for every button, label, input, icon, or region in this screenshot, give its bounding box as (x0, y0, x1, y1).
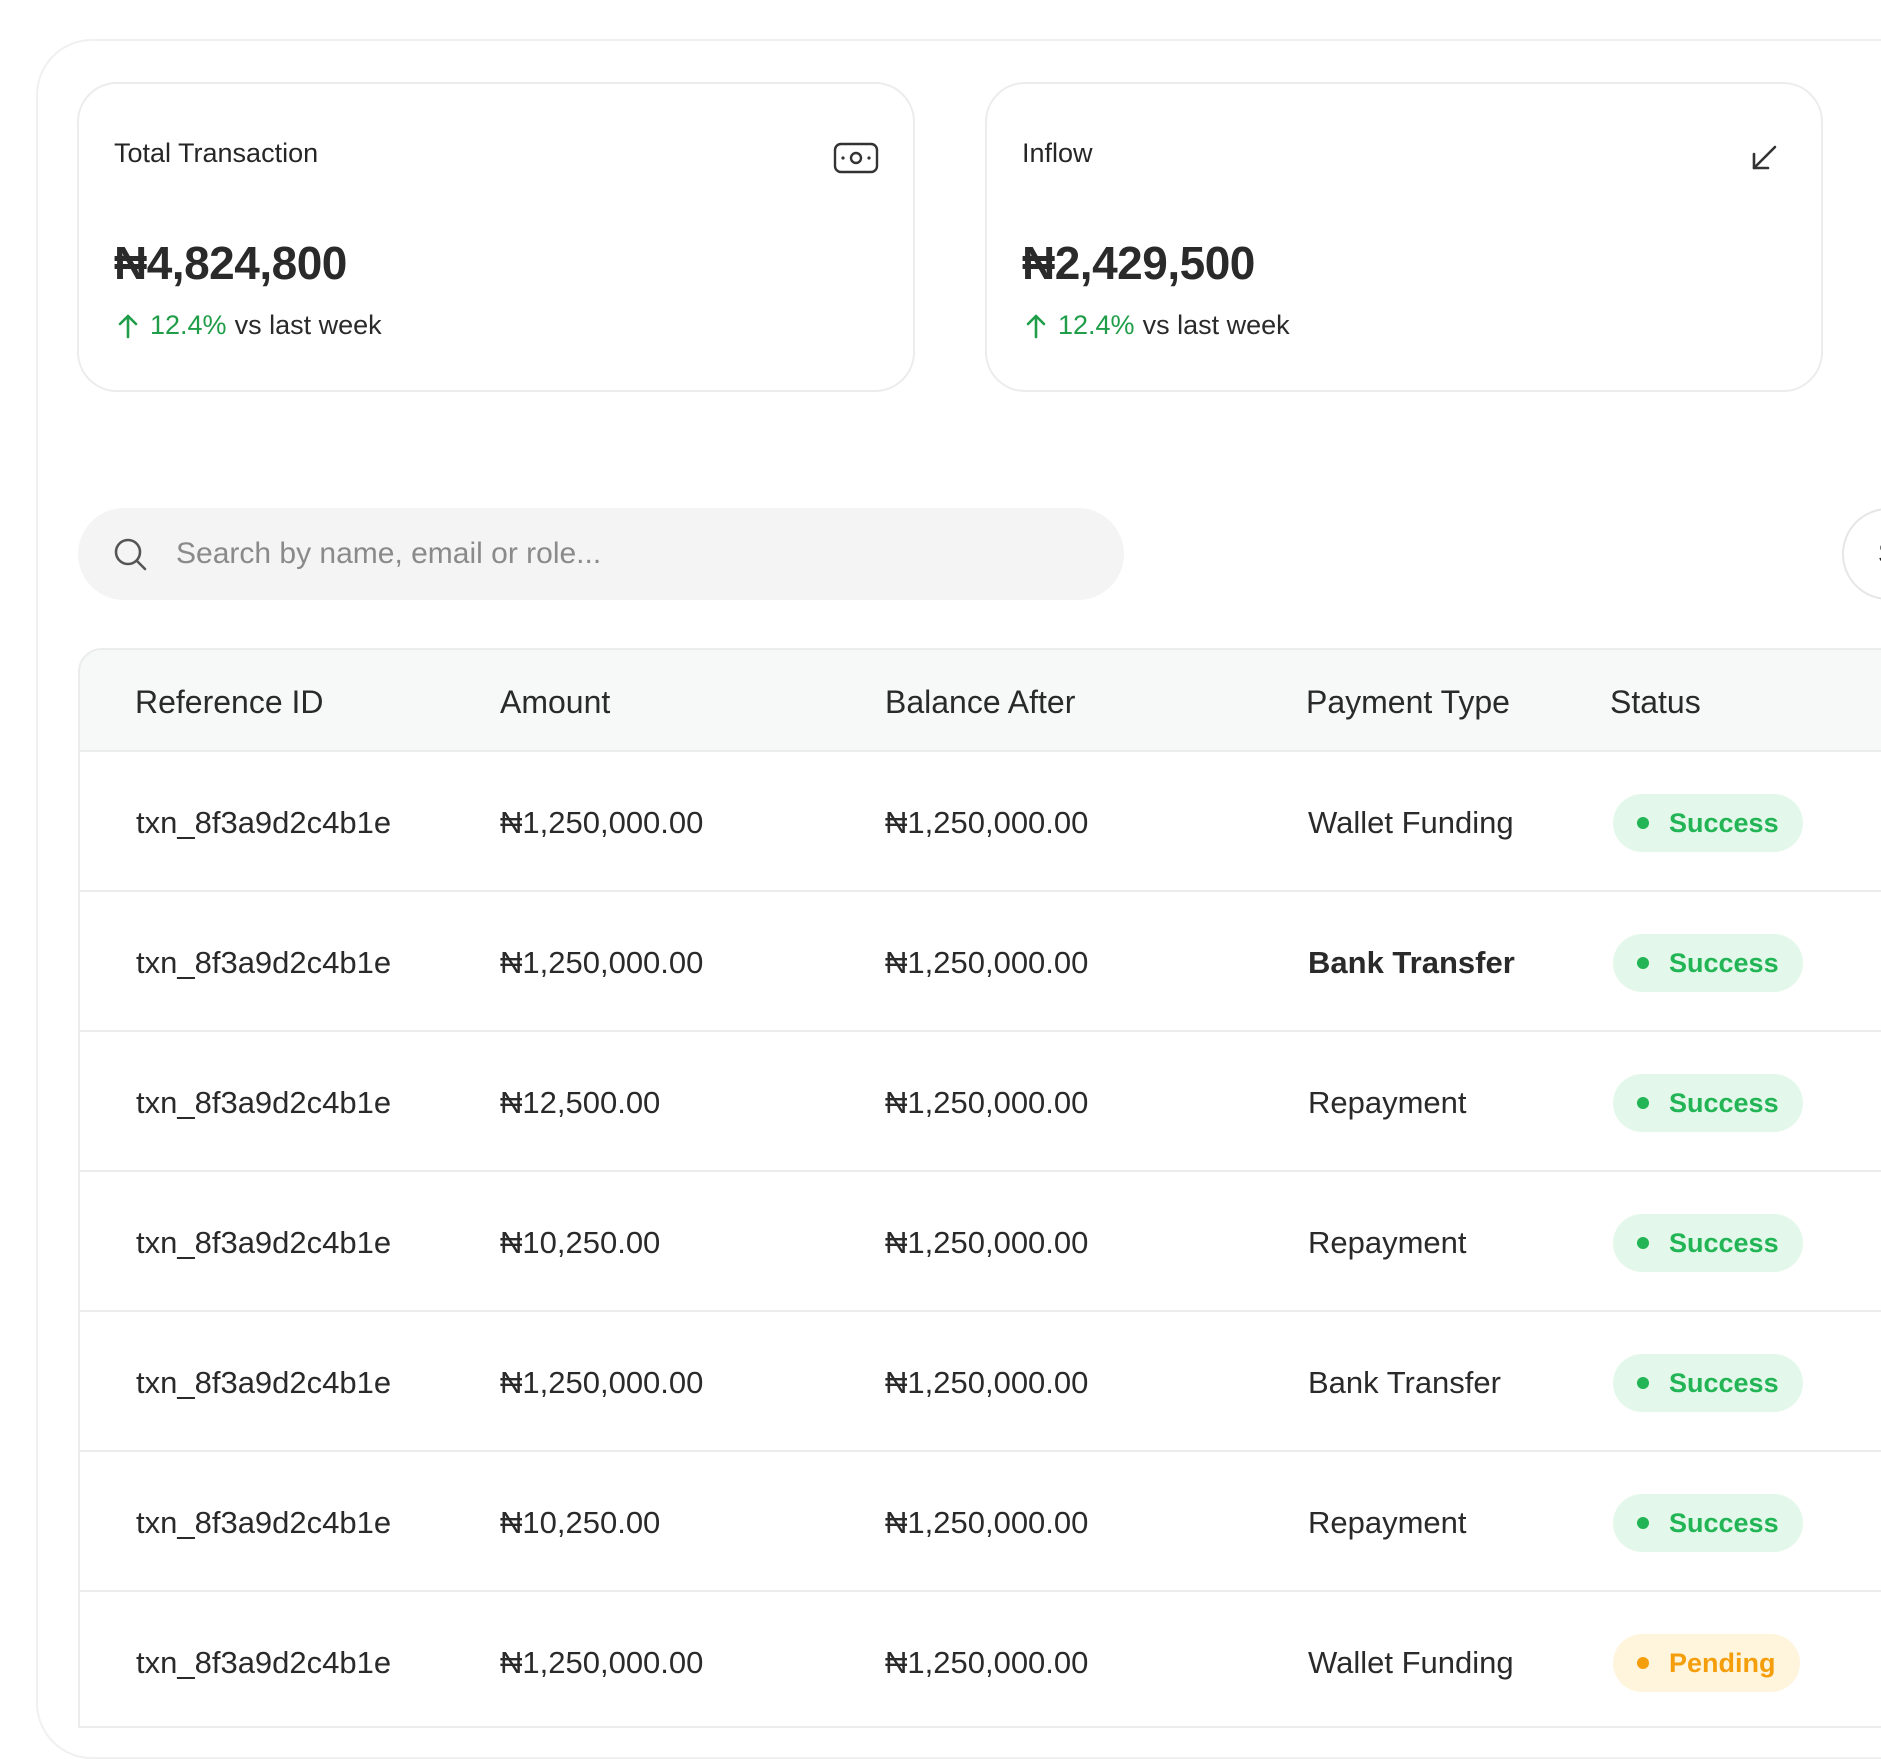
cell-amount: ₦1,250,000.00 (500, 945, 704, 980)
table-header: Reference ID Amount Balance After Paymen… (80, 650, 1881, 752)
cash-icon (833, 138, 879, 178)
cell-payment-type: Bank Transfer (1308, 1365, 1501, 1400)
table-row[interactable]: txn_8f3a9d2c4b1e ₦10,250.00 ₦1,250,000.00 R… (80, 1452, 1881, 1592)
cell-reference-id: txn_8f3a9d2c4b1e (136, 805, 392, 840)
cell-reference-id: txn_8f3a9d2c4b1e (136, 1645, 392, 1680)
status-badge: Pending (1613, 1634, 1800, 1692)
card-title: Total Transaction (114, 138, 319, 168)
table-body: txn_8f3a9d2c4b1e ₦1,250,000.00 ₦1,250,000.… (80, 752, 1881, 1726)
cell-balance-after: ₦1,250,000.00 (885, 1365, 1089, 1400)
table-row[interactable]: txn_8f3a9d2c4b1e ₦1,250,000.00 ₦1,250,000.… (80, 1312, 1881, 1452)
inflow-card: Inflow ₦2,429,500 12.4% vs last week (985, 82, 1823, 392)
total-transaction-card: Total Transaction ₦4,824,800 12.4% vs la… (77, 82, 915, 392)
status-dot-icon (1637, 957, 1649, 969)
status-badge: Success (1613, 794, 1803, 852)
column-header-amount[interactable]: Amount (500, 684, 610, 721)
card-trend: 12.4% vs last week (116, 310, 382, 341)
cell-payment-type: Repayment (1308, 1085, 1467, 1120)
cell-amount: ₦10,250.00 (500, 1505, 661, 1540)
table-row[interactable]: txn_8f3a9d2c4b1e ₦1,250,000.00 ₦1,250,000.… (80, 892, 1881, 1032)
cell-reference-id: txn_8f3a9d2c4b1e (136, 1225, 392, 1260)
arrow-up-icon (118, 314, 138, 338)
cell-payment-type: Wallet Funding (1308, 805, 1514, 840)
status-label: Success (1669, 807, 1779, 838)
status-label: Success (1669, 947, 1779, 978)
search-input[interactable] (176, 537, 1076, 571)
cell-balance-after: ₦1,250,000.00 (885, 1505, 1089, 1540)
cell-amount: ₦12,500.00 (500, 1085, 661, 1120)
status-label: Success (1669, 1087, 1779, 1118)
card-value: ₦2,429,500 (1022, 237, 1255, 289)
status-badge: Success (1613, 1494, 1803, 1552)
search-bar[interactable] (78, 508, 1124, 600)
cell-balance-after: ₦1,250,000.00 (885, 1225, 1089, 1260)
trend-percentage: 12.4% (150, 310, 227, 340)
cell-reference-id: txn_8f3a9d2c4b1e (136, 945, 392, 980)
status-dot-icon (1637, 1237, 1649, 1249)
status-dot-icon (1637, 1377, 1649, 1389)
status-label: Success (1669, 1367, 1779, 1398)
status-label: Success (1669, 1507, 1779, 1538)
table-row[interactable]: txn_8f3a9d2c4b1e ₦1,250,000.00 ₦1,250,000.… (80, 1592, 1881, 1726)
column-header-balance-after[interactable]: Balance After (885, 684, 1075, 721)
trend-label: vs last week (234, 310, 382, 340)
column-header-payment-type[interactable]: Payment Type (1306, 684, 1510, 721)
table-row[interactable]: txn_8f3a9d2c4b1e ₦12,500.00 ₦1,250,000.00 R… (80, 1032, 1881, 1172)
status-dot-icon (1637, 1657, 1649, 1669)
trend-label: vs last week (1142, 310, 1290, 340)
status-label: Pending (1669, 1647, 1776, 1678)
cell-balance-after: ₦1,250,000.00 (885, 1645, 1089, 1680)
card-title: Inflow (1022, 138, 1093, 168)
table-row[interactable]: txn_8f3a9d2c4b1e ₦1,250,000.00 ₦1,250,000.… (80, 752, 1881, 892)
cell-balance-after: ₦1,250,000.00 (885, 1085, 1089, 1120)
status-dot-icon (1637, 1097, 1649, 1109)
cell-balance-after: ₦1,250,000.00 (885, 945, 1089, 980)
status-label: Success (1669, 1227, 1779, 1258)
cell-amount: ₦1,250,000.00 (500, 1645, 704, 1680)
arrow-down-left-icon (1741, 138, 1787, 178)
status-dot-icon (1637, 1517, 1649, 1529)
trend-percentage: 12.4% (1058, 310, 1135, 340)
cell-amount: ₦1,250,000.00 (500, 805, 704, 840)
status-dot-icon (1637, 817, 1649, 829)
column-header-status[interactable]: Status (1610, 684, 1701, 721)
cell-payment-type: Bank Transfer (1308, 945, 1515, 980)
cell-payment-type: Repayment (1308, 1505, 1467, 1540)
card-value: ₦4,824,800 (114, 237, 347, 289)
cell-reference-id: txn_8f3a9d2c4b1e (136, 1085, 392, 1120)
cell-amount: ₦10,250.00 (500, 1225, 661, 1260)
status-badge: Success (1613, 934, 1803, 992)
column-header-reference-id[interactable]: Reference ID (135, 684, 324, 721)
arrow-up-icon (1026, 314, 1046, 338)
cell-payment-type: Repayment (1308, 1225, 1467, 1260)
status-badge: Success (1613, 1214, 1803, 1272)
card-trend: 12.4% vs last week (1024, 310, 1290, 341)
table-row[interactable]: txn_8f3a9d2c4b1e ₦10,250.00 ₦1,250,000.00 R… (80, 1172, 1881, 1312)
status-badge: Success (1613, 1354, 1803, 1412)
status-badge: Success (1613, 1074, 1803, 1132)
cell-amount: ₦1,250,000.00 (500, 1365, 704, 1400)
search-icon (114, 538, 147, 571)
cell-payment-type: Wallet Funding (1308, 1645, 1514, 1680)
cell-reference-id: txn_8f3a9d2c4b1e (136, 1365, 392, 1400)
cell-reference-id: txn_8f3a9d2c4b1e (136, 1505, 392, 1540)
transactions-table: Reference ID Amount Balance After Paymen… (78, 648, 1881, 1728)
cell-balance-after: ₦1,250,000.00 (885, 805, 1089, 840)
